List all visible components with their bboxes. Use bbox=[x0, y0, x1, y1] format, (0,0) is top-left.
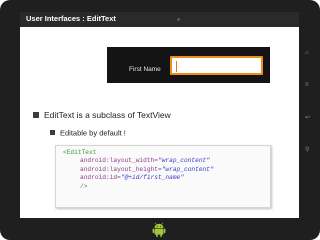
home-icon[interactable]: ⌂ bbox=[305, 50, 309, 56]
menu-icon[interactable]: ≡ bbox=[305, 82, 309, 88]
sub-bullet-text: Editable by default ! bbox=[60, 128, 126, 138]
xml-attribute: android:layout_width= bbox=[80, 157, 158, 165]
code-line: /> bbox=[63, 183, 270, 191]
bullet-text: EditText is a subclass of TextView bbox=[44, 109, 171, 120]
code-line: android:layout_width="wrap_content" bbox=[63, 157, 270, 165]
bullet-item: EditText is a subclass of TextView bbox=[33, 106, 171, 124]
back-icon[interactable]: ↩ bbox=[305, 114, 310, 121]
search-icon[interactable]: ⚲ bbox=[305, 146, 309, 153]
tablet-frame: User Interfaces : EditText First Name Ed… bbox=[0, 0, 320, 240]
tablet-screen: User Interfaces : EditText First Name Ed… bbox=[20, 12, 299, 218]
bullet-square-icon bbox=[33, 111, 39, 118]
xml-code-block: <EditText android:layout_width="wrap_con… bbox=[55, 145, 271, 208]
code-line: android:layout_height="wrap_content" bbox=[63, 166, 270, 174]
slide-title: User Interfaces : EditText bbox=[26, 14, 116, 23]
android-logo-icon bbox=[152, 222, 166, 237]
xml-value: "@+id/first_name" bbox=[120, 174, 184, 182]
xml-attribute: android:layout_height= bbox=[80, 165, 162, 173]
xml-tag-close: /> bbox=[80, 182, 88, 190]
camera-dot bbox=[177, 18, 180, 21]
code-line: <EditText bbox=[63, 149, 270, 157]
xml-tag-open: <EditText bbox=[63, 149, 97, 156]
first-name-input[interactable] bbox=[170, 56, 263, 75]
xml-attribute: android:id= bbox=[80, 174, 121, 182]
sub-bullet-item: Editable by default ! bbox=[50, 124, 126, 142]
bullet-square-icon bbox=[50, 130, 55, 136]
edittext-demo-panel: First Name bbox=[107, 47, 270, 83]
code-line: android:id="@+id/first_name" bbox=[63, 174, 270, 182]
first-name-label: First Name bbox=[129, 66, 161, 73]
text-caret bbox=[176, 61, 177, 72]
xml-value: "wrap_content" bbox=[157, 157, 210, 165]
slide-title-bar: User Interfaces : EditText bbox=[20, 12, 299, 27]
xml-value: "wrap_content" bbox=[161, 165, 214, 173]
